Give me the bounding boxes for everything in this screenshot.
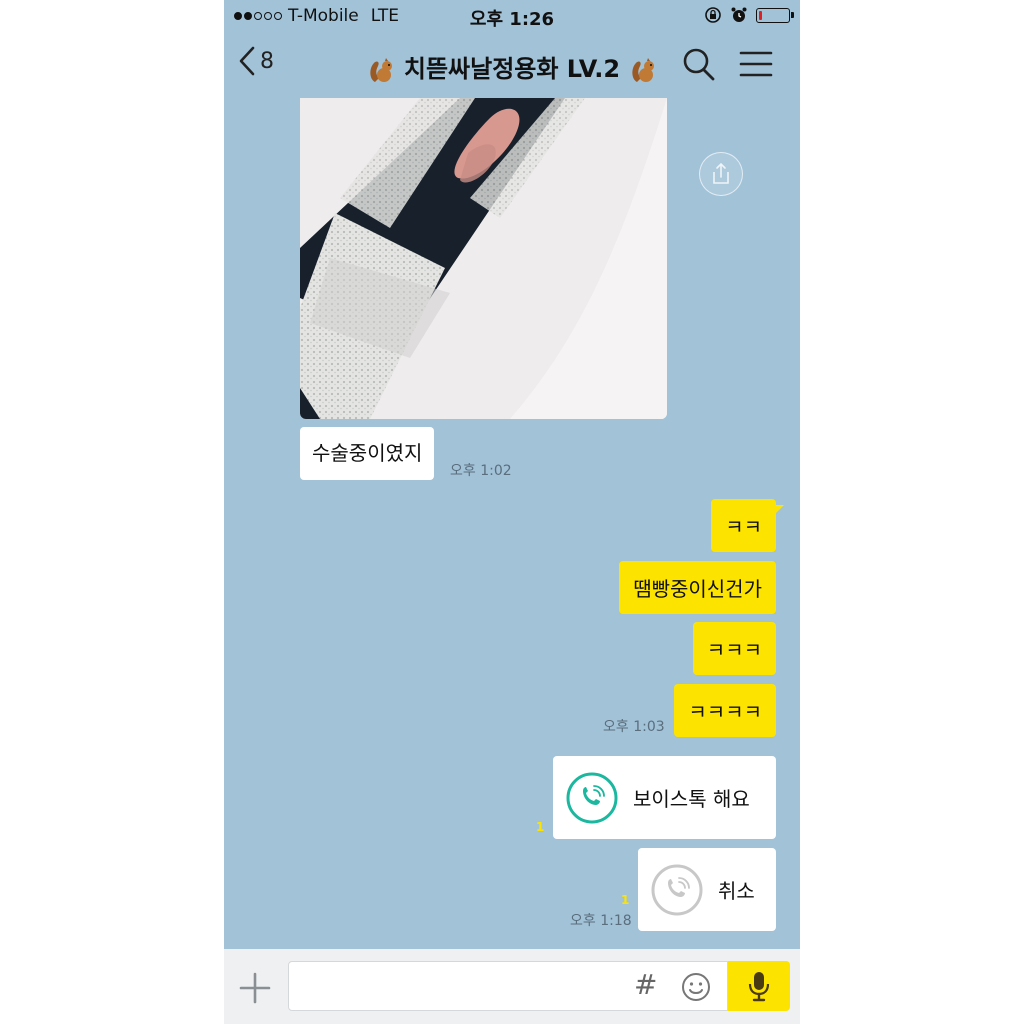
- hashtag-button[interactable]: #: [634, 968, 657, 1001]
- chat-title-text: 치뜯싸날정용화 LV.2: [403, 55, 621, 83]
- share-icon: [713, 162, 729, 184]
- menu-icon[interactable]: [739, 50, 773, 78]
- voice-talk-label: 보이스톡 해요: [633, 787, 750, 811]
- message-time: 오후 1:18: [570, 913, 632, 929]
- emoticon-icon[interactable]: [680, 971, 712, 1003]
- outgoing-message[interactable]: ㅋㅋㅋ: [692, 622, 776, 675]
- outgoing-message[interactable]: 땜빵중이신건가: [619, 561, 776, 614]
- outgoing-message[interactable]: ㅋㅋㅋㅋ: [674, 684, 776, 737]
- squirrel-emoji-icon: [632, 58, 655, 82]
- message-time: 오후 1:02: [450, 463, 512, 479]
- voice-record-button[interactable]: [728, 961, 790, 1011]
- unread-indicator: 1: [621, 893, 630, 907]
- plus-icon[interactable]: [238, 971, 272, 1005]
- input-bar: #: [224, 949, 800, 1024]
- cancel-label: 취소: [718, 879, 755, 903]
- search-icon[interactable]: [682, 46, 716, 82]
- microphone-icon: [748, 972, 770, 1002]
- outgoing-message[interactable]: ㅋㅋ: [711, 499, 776, 552]
- rotation-lock-icon: [705, 7, 721, 23]
- chat-header: 8 치뜯싸날정용화 LV.2: [224, 32, 800, 98]
- voice-talk-card[interactable]: 보이스톡 해요: [553, 756, 776, 839]
- unread-indicator: 1: [536, 820, 545, 834]
- battery-icon: [756, 7, 794, 23]
- phone-call-icon: [566, 772, 618, 823]
- message-time: 오후 1:03: [603, 719, 665, 735]
- share-button[interactable]: [699, 152, 743, 196]
- photo-message[interactable]: [300, 98, 667, 419]
- voice-talk-cancel-card[interactable]: 취소: [638, 848, 776, 931]
- alarm-icon: [731, 7, 747, 22]
- phone-call-icon: [651, 864, 703, 915]
- message-input[interactable]: [288, 961, 728, 1011]
- chat-screen: T-Mobile LTE 오후 1:26 8 치뜯싸날정용화 LV.2 수술중이…: [224, 0, 800, 1024]
- photo-image: [300, 98, 667, 419]
- squirrel-emoji-icon: [369, 58, 392, 82]
- status-bar: T-Mobile LTE 오후 1:26: [224, 0, 800, 32]
- incoming-message[interactable]: 수술중이였지: [300, 427, 435, 480]
